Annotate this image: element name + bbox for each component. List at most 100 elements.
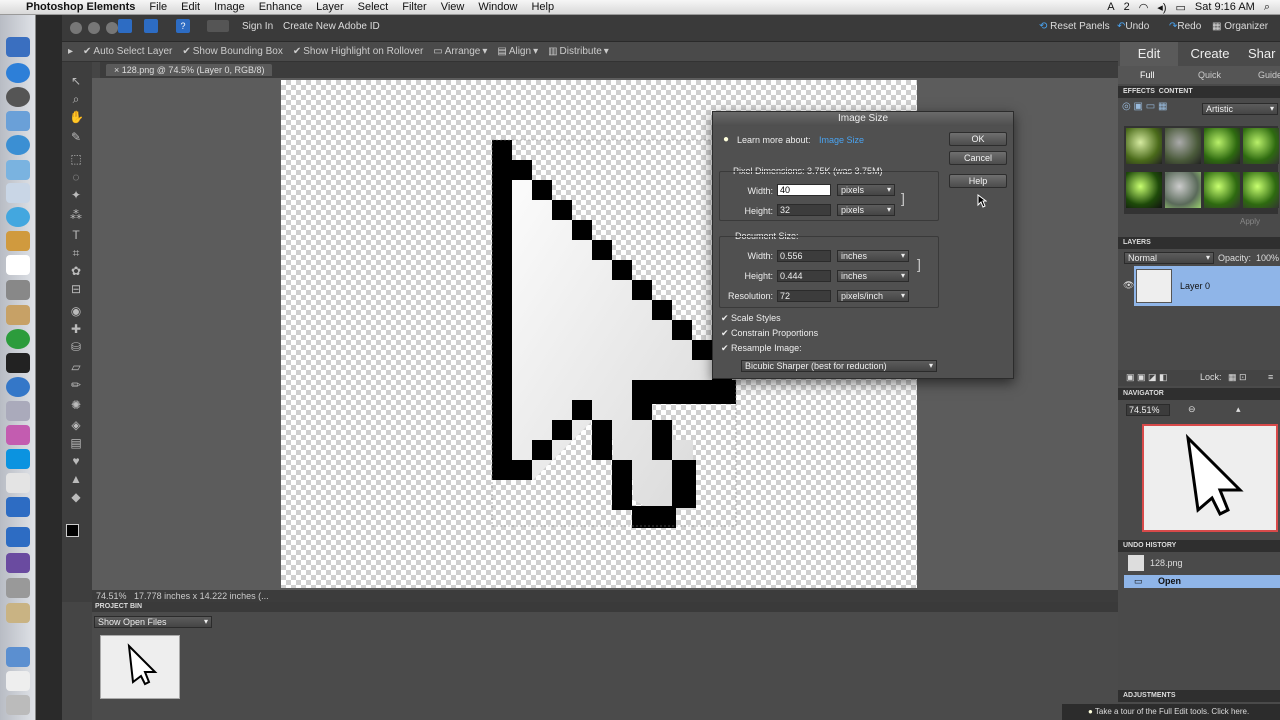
clock[interactable]: Sat 9:16 AM: [1195, 1, 1255, 13]
cancel-button[interactable]: Cancel: [949, 151, 1007, 165]
resolution-input[interactable]: 72: [777, 290, 831, 302]
hand-tool-icon[interactable]: ✋: [69, 110, 84, 124]
volume-icon[interactable]: ◂): [1157, 1, 1166, 14]
app-menu[interactable]: Photoshop Elements: [26, 1, 135, 13]
cookie-cutter-icon[interactable]: ♥: [69, 454, 83, 468]
layer-visibility-icon[interactable]: 👁: [1123, 280, 1134, 291]
resolution-unit-select[interactable]: pixels/inch: [837, 290, 909, 302]
magic-wand-tool-icon[interactable]: ✦: [69, 188, 83, 202]
distribute-menu[interactable]: ▥ Distribute ▾: [548, 46, 609, 57]
history-item-file[interactable]: 128.png: [1124, 553, 1280, 573]
preferences-icon[interactable]: [6, 280, 30, 300]
effect-thumb-8[interactable]: [1243, 171, 1279, 208]
tab-edit[interactable]: Edit: [1120, 42, 1178, 66]
effect-thumb-2[interactable]: [1165, 128, 1201, 164]
crop-tool-icon[interactable]: ⌗: [69, 246, 83, 260]
constrain-proportions-checkbox[interactable]: ✔ Constrain Proportions: [721, 328, 818, 339]
resample-image-checkbox[interactable]: ✔ Resample Image:: [721, 343, 802, 354]
scale-styles-checkbox[interactable]: ✔ Scale Styles: [721, 313, 781, 324]
zoom-button[interactable]: [106, 22, 118, 34]
launchpad-icon[interactable]: [6, 87, 30, 107]
help-icon[interactable]: ?: [176, 19, 190, 33]
help-button[interactable]: Help: [949, 174, 1007, 188]
brush-app-icon[interactable]: [6, 305, 30, 325]
menu-filter[interactable]: Filter: [402, 1, 426, 13]
menu-help[interactable]: Help: [531, 1, 554, 13]
zoom-level[interactable]: 74.51%: [96, 591, 127, 601]
content-tab[interactable]: CONTENT: [1159, 88, 1193, 95]
notification-badge[interactable]: 2: [1124, 1, 1130, 13]
lasso-tool-icon[interactable]: ◌: [69, 170, 83, 184]
effect-thumb-7[interactable]: [1204, 171, 1240, 208]
blend-mode-dropdown[interactable]: Normal: [1124, 252, 1214, 264]
menu-file[interactable]: File: [149, 1, 167, 13]
pse-editor-icon[interactable]: [6, 527, 30, 547]
doc-width-unit-select[interactable]: inches: [837, 250, 909, 262]
photo-booth-icon[interactable]: [6, 425, 30, 445]
menu-image[interactable]: Image: [214, 1, 245, 13]
align-menu[interactable]: ▤ Align ▾: [497, 46, 538, 57]
arrange-menu[interactable]: ▭ Arrange ▾: [433, 46, 487, 57]
document-icon[interactable]: [6, 473, 30, 493]
layer-row[interactable]: Layer 0: [1134, 266, 1280, 306]
trash-icon[interactable]: [6, 695, 30, 715]
straighten-tool-icon[interactable]: ⊟: [69, 282, 83, 296]
mail-stamp-icon[interactable]: [6, 183, 30, 203]
foreground-color-swatch[interactable]: [66, 524, 79, 537]
safari-icon[interactable]: [6, 135, 30, 155]
image-size-help-link[interactable]: Image Size: [819, 135, 864, 145]
menu-enhance[interactable]: Enhance: [259, 1, 302, 13]
network-icon[interactable]: [6, 377, 30, 397]
effects-tab[interactable]: EFFECTS: [1123, 88, 1155, 95]
effect-thumb-6[interactable]: [1165, 171, 1201, 208]
globe-icon[interactable]: [6, 329, 30, 349]
menu-select[interactable]: Select: [358, 1, 389, 13]
doc-height-input[interactable]: 0.444: [777, 270, 831, 282]
healing-brush-icon[interactable]: ✚: [69, 322, 83, 336]
effect-thumb-3[interactable]: [1204, 128, 1240, 164]
paint-bucket-icon[interactable]: ◈: [69, 418, 83, 432]
document-dimensions[interactable]: 17.778 inches x 14.222 inches (...: [134, 591, 269, 601]
itunes-icon[interactable]: [6, 207, 30, 227]
search-icon[interactable]: ⌕: [1264, 1, 1270, 14]
red-eye-tool-icon[interactable]: ◉: [69, 304, 83, 318]
type-tool-icon[interactable]: T: [69, 228, 83, 242]
iphoto-icon[interactable]: [6, 231, 30, 251]
effect-thumb-1[interactable]: [1126, 128, 1162, 164]
show-open-files-dropdown[interactable]: Show Open Files: [94, 616, 212, 628]
minimize-button[interactable]: [88, 22, 100, 34]
sponge-tool-icon[interactable]: ◆: [69, 490, 83, 504]
ok-button[interactable]: OK: [949, 132, 1007, 146]
doc-width-input[interactable]: 0.556: [777, 250, 831, 262]
redo-button[interactable]: ↷Redo: [1169, 21, 1201, 32]
menu-view[interactable]: View: [441, 1, 465, 13]
organizer-button[interactable]: ▦ Organizer: [1212, 21, 1268, 32]
auto-select-layer-checkbox[interactable]: ✔ Auto Select Layer: [83, 46, 172, 57]
marquee-tool-icon[interactable]: ⬚: [69, 152, 83, 166]
show-bounding-box-checkbox[interactable]: ✔ Show Bounding Box: [182, 46, 282, 57]
effect-thumb-4[interactable]: [1243, 128, 1279, 164]
lock-icons[interactable]: ▦ ⊡: [1228, 372, 1247, 383]
move-tool-icon[interactable]: ↖: [69, 74, 83, 88]
preview-icon[interactable]: [6, 160, 30, 180]
pse-icon[interactable]: [6, 497, 30, 517]
clone-stamp-icon[interactable]: ⛁: [69, 340, 83, 354]
brush-tool-icon[interactable]: ✏: [69, 378, 83, 392]
subtab-quick[interactable]: Quick: [1198, 70, 1221, 80]
zoom-tool-icon[interactable]: ⌕: [69, 92, 83, 106]
effects-category-icons[interactable]: ◎ ▣ ▭ ▦: [1122, 101, 1188, 115]
archive-icon[interactable]: [6, 603, 30, 623]
gradient-tool-icon[interactable]: ▤: [69, 436, 83, 450]
tab-close-icon[interactable]: ×: [114, 65, 122, 75]
tip-bar[interactable]: ● Take a tour of the Full Edit tools. Cl…: [1062, 704, 1280, 720]
create-adobe-id-link[interactable]: Create New Adobe ID: [283, 21, 380, 32]
selection-brush-icon[interactable]: ⁂: [69, 208, 83, 222]
utility-icon[interactable]: [6, 578, 30, 598]
wifi-icon[interactable]: ◠: [1139, 1, 1149, 14]
battery-icon[interactable]: ▭: [1175, 1, 1185, 14]
smart-brush-icon[interactable]: ✺: [69, 398, 83, 412]
eyedropper-tool-icon[interactable]: ✎: [69, 130, 83, 144]
adobe-icon[interactable]: A: [1107, 1, 1114, 13]
premiere-icon[interactable]: [6, 553, 30, 573]
sign-in-link[interactable]: Sign In: [242, 21, 273, 32]
